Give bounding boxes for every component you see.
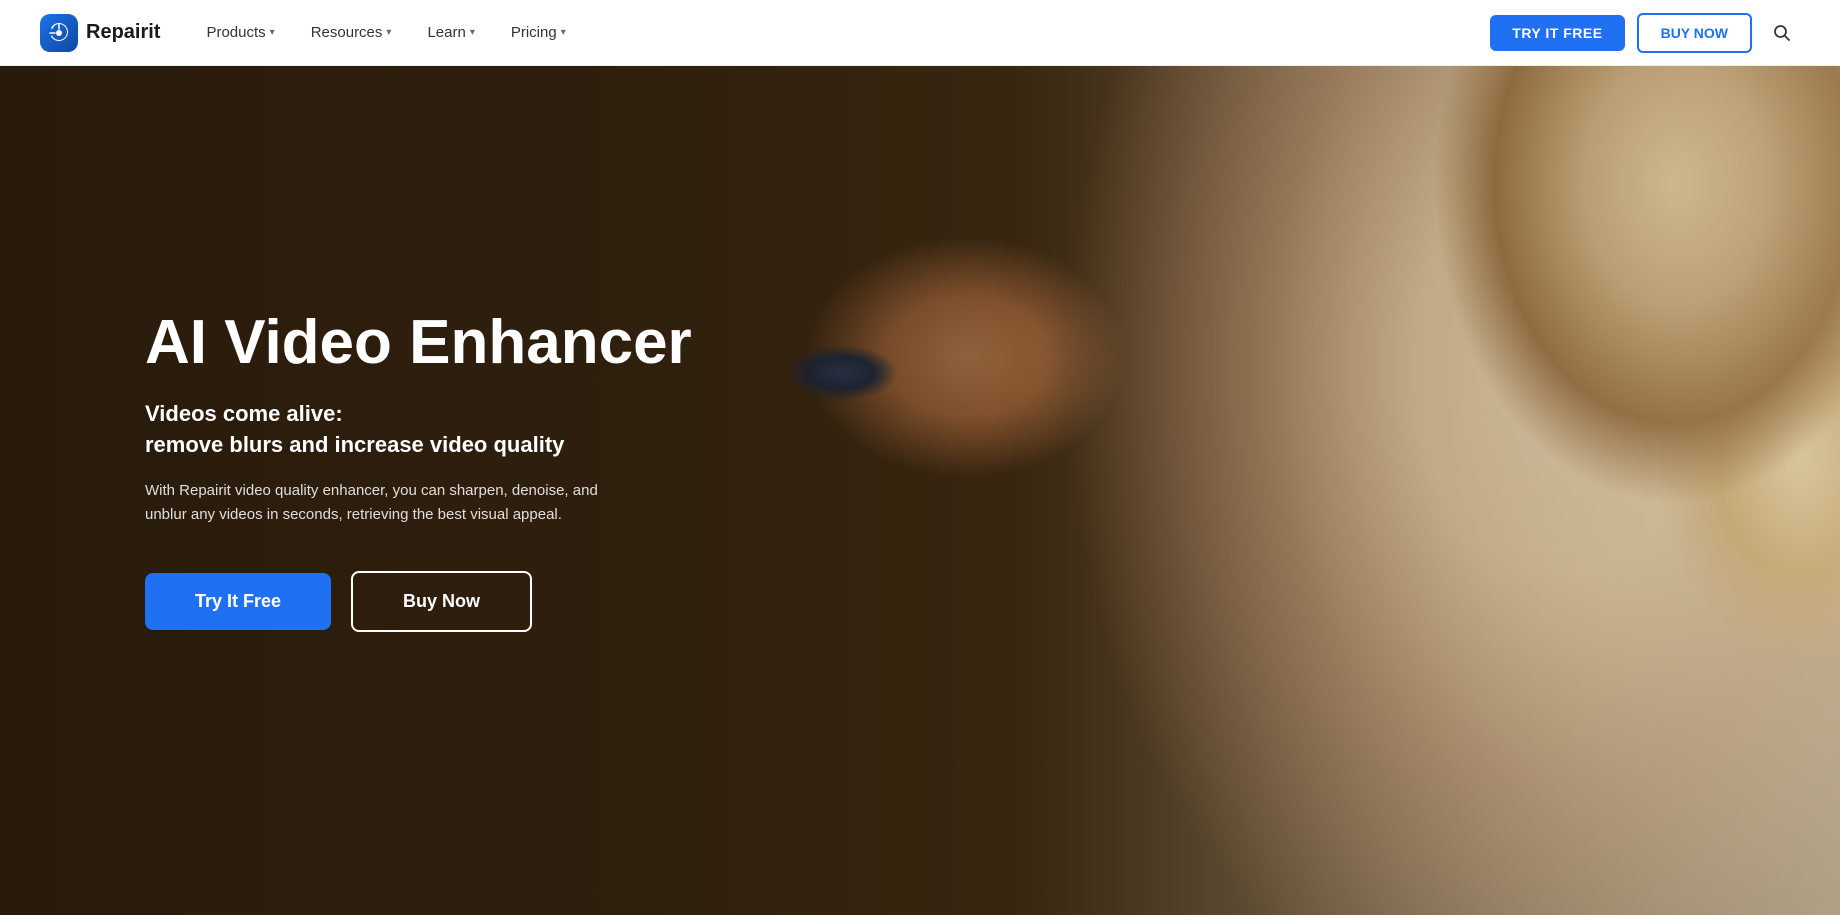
chevron-down-icon: ▾ xyxy=(386,27,391,38)
nav-links: Products ▾ Resources ▾ Learn ▾ Pricing ▾ xyxy=(190,16,1490,49)
chevron-down-icon: ▾ xyxy=(270,27,275,38)
chevron-down-icon: ▾ xyxy=(561,27,566,38)
search-icon xyxy=(1772,23,1792,43)
brand-name: Repairit xyxy=(86,21,160,44)
hero-subtitle: Videos come alive: remove blurs and incr… xyxy=(145,399,725,461)
search-button[interactable] xyxy=(1764,15,1800,51)
brand-logo-icon xyxy=(40,14,78,52)
nav-item-learn[interactable]: Learn ▾ xyxy=(411,16,490,49)
nav-try-free-button[interactable]: TRY IT FREE xyxy=(1490,15,1624,51)
hero-buttons: Try It Free Buy Now xyxy=(145,571,1840,632)
hero-description: With Repairit video quality enhancer, yo… xyxy=(145,479,635,527)
hero-title: AI Video Enhancer xyxy=(145,309,745,377)
hero-section: AI Video Enhancer Videos come alive: rem… xyxy=(0,0,1840,915)
nav-item-resources[interactable]: Resources ▾ xyxy=(295,16,408,49)
hero-try-free-button[interactable]: Try It Free xyxy=(145,573,331,630)
nav-buy-now-button[interactable]: BUY NOW xyxy=(1637,13,1752,53)
navbar: Repairit Products ▾ Resources ▾ Learn ▾ … xyxy=(0,0,1840,66)
hero-content: AI Video Enhancer Videos come alive: rem… xyxy=(0,66,1840,915)
nav-item-pricing[interactable]: Pricing ▾ xyxy=(495,16,582,49)
chevron-down-icon: ▾ xyxy=(470,27,475,38)
nav-actions: TRY IT FREE BUY NOW xyxy=(1490,13,1800,53)
hero-buy-now-button[interactable]: Buy Now xyxy=(351,571,532,632)
nav-item-products[interactable]: Products ▾ xyxy=(190,16,290,49)
brand-logo-link[interactable]: Repairit xyxy=(40,14,160,52)
